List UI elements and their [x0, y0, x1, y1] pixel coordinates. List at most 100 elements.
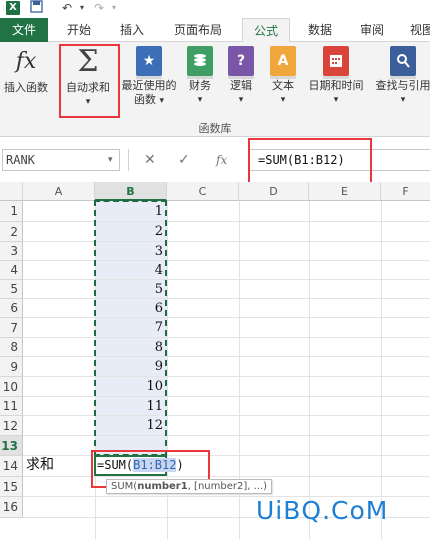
gridline: [23, 298, 430, 299]
column-header-c[interactable]: C: [167, 182, 239, 201]
column-header-e[interactable]: E: [309, 182, 381, 201]
row-header[interactable]: 11: [0, 397, 23, 416]
formula-bar-separator: [128, 149, 129, 171]
row-header[interactable]: 16: [0, 497, 23, 518]
row-header[interactable]: 13: [0, 436, 23, 456]
tooltip-rest: , [number2], ...): [187, 481, 268, 492]
excel-window: X ↶ ▾ ↷ ▾ 文件 开始 插入 页面布局 公式 数据 审阅 视图 fx 插…: [0, 0, 430, 539]
gridline: [23, 241, 430, 242]
column-header-a[interactable]: A: [23, 182, 95, 201]
text-dropdown-icon: ▾: [280, 95, 286, 105]
row-header[interactable]: 10: [0, 377, 23, 397]
cancel-icon[interactable]: ✕: [144, 149, 156, 171]
gridline: [23, 279, 430, 280]
column-header-f[interactable]: F: [381, 182, 430, 201]
ribbon-function-library: fx 插入函数 Σ 自动求和 ▾ ★ 最近使用的 函数 ▾ 财务 ▾ ? 逻辑 …: [0, 42, 430, 137]
tab-page-layout[interactable]: 页面布局: [163, 18, 233, 42]
calendar-book-icon: [323, 46, 349, 79]
redo-icon[interactable]: ↷: [94, 0, 104, 16]
watermark: UiBQ.CoM: [256, 496, 389, 525]
gridline: [23, 396, 430, 397]
logical-label: 逻辑: [230, 79, 252, 92]
name-box-dropdown-icon[interactable]: ▾: [108, 149, 113, 171]
gridline: [23, 317, 430, 318]
recent-label-line1: 最近使用的: [121, 79, 177, 92]
column-header-b[interactable]: B: [95, 182, 167, 201]
gridline: [23, 476, 430, 477]
gridline: [23, 260, 430, 261]
select-all-corner[interactable]: [0, 182, 23, 201]
enter-icon[interactable]: ✓: [178, 149, 190, 171]
lookup-reference-button[interactable]: 查找与引用 ▾: [370, 46, 430, 107]
coins-book-icon: [187, 46, 213, 79]
financial-button[interactable]: 财务 ▾: [182, 46, 218, 107]
name-box[interactable]: RANK: [2, 149, 120, 171]
row-header[interactable]: 12: [0, 416, 23, 436]
tooltip-arg: number1: [137, 481, 188, 492]
gridline: [23, 435, 430, 436]
copy-marquee: [94, 200, 167, 456]
magnifier-book-icon: [390, 46, 416, 79]
insert-function-label: 插入函数: [4, 81, 48, 94]
tab-formulas[interactable]: 公式: [242, 18, 290, 43]
row-header[interactable]: 4: [0, 261, 23, 280]
gridline: [309, 201, 310, 539]
row-header[interactable]: 9: [0, 357, 23, 377]
text-functions-button[interactable]: A 文本 ▾: [266, 46, 300, 107]
financial-dropdown-icon: ▾: [197, 95, 203, 105]
logical-button[interactable]: ? 逻辑 ▾: [224, 46, 258, 107]
formula-bar: RANK ▾ ✕ ✓ fx =SUM(B1:B12): [0, 137, 430, 184]
recent-dropdown-icon: ▾: [159, 96, 165, 106]
tab-file[interactable]: 文件: [0, 18, 48, 42]
row-header[interactable]: 2: [0, 222, 23, 242]
worksheet-grid: A B C D E F 1 1 2 2 3 3 4 4 5 5 6 6 7 7 8 8 9 9 10 10 11 11 12…: [0, 182, 430, 539]
row-header[interactable]: 15: [0, 477, 23, 497]
text-label: 文本: [272, 79, 294, 92]
autosum-highlight-box: [59, 44, 120, 118]
tab-home[interactable]: 开始: [57, 18, 101, 42]
date-time-dropdown-icon: ▾: [333, 95, 339, 105]
lookup-dropdown-icon: ▾: [400, 95, 406, 105]
lookup-label: 查找与引用: [375, 79, 430, 92]
row-header[interactable]: 7: [0, 318, 23, 338]
quick-access-toolbar: X ↶ ▾ ↷ ▾: [0, 0, 430, 18]
save-icon[interactable]: [30, 0, 43, 17]
ribbon-tabs: 文件 开始 插入 页面布局 公式 数据 审阅 视图: [0, 18, 430, 43]
insert-function-icon[interactable]: fx: [216, 149, 227, 171]
gridline: [23, 455, 430, 456]
tooltip-fn[interactable]: SUM(: [111, 481, 137, 492]
row-header[interactable]: 14: [0, 456, 23, 477]
row-header[interactable]: 1: [0, 201, 23, 222]
row-header[interactable]: 6: [0, 299, 23, 318]
undo-icon[interactable]: ↶: [62, 0, 72, 16]
star-book-icon: ★: [136, 46, 162, 79]
date-time-button[interactable]: 日期和时间 ▾: [303, 46, 369, 107]
redo-dropdown-icon[interactable]: ▾: [112, 0, 116, 16]
column-header-d[interactable]: D: [239, 182, 309, 201]
tab-insert[interactable]: 插入: [110, 18, 154, 42]
recent-label-text: 函数: [133, 93, 156, 106]
recently-used-button[interactable]: ★ 最近使用的 函数 ▾: [118, 46, 180, 108]
row-header[interactable]: 5: [0, 280, 23, 299]
question-book-icon: ?: [228, 46, 254, 79]
date-time-label: 日期和时间: [308, 79, 364, 92]
logical-dropdown-icon: ▾: [238, 95, 244, 105]
gridline: [23, 356, 430, 357]
excel-logo-icon: X: [6, 1, 20, 15]
insert-function-button[interactable]: fx 插入函数: [0, 46, 52, 95]
cell-a13[interactable]: 求和: [26, 455, 54, 474]
gridline: [381, 201, 382, 539]
fx-icon: fx: [15, 49, 37, 74]
undo-dropdown-icon[interactable]: ▾: [80, 0, 84, 16]
function-library-group-label: 函数库: [198, 122, 232, 135]
tab-view[interactable]: 视图: [400, 18, 430, 42]
tab-review[interactable]: 审阅: [350, 18, 394, 42]
letter-a-book-icon: A: [270, 46, 296, 79]
row-header[interactable]: 8: [0, 338, 23, 357]
gridline: [23, 221, 430, 222]
tab-data[interactable]: 数据: [298, 18, 342, 42]
function-tooltip: SUM(number1, [number2], ...): [106, 479, 273, 494]
recent-label-line2: 函数 ▾: [118, 93, 180, 108]
gridline: [23, 337, 430, 338]
row-header[interactable]: 3: [0, 242, 23, 261]
